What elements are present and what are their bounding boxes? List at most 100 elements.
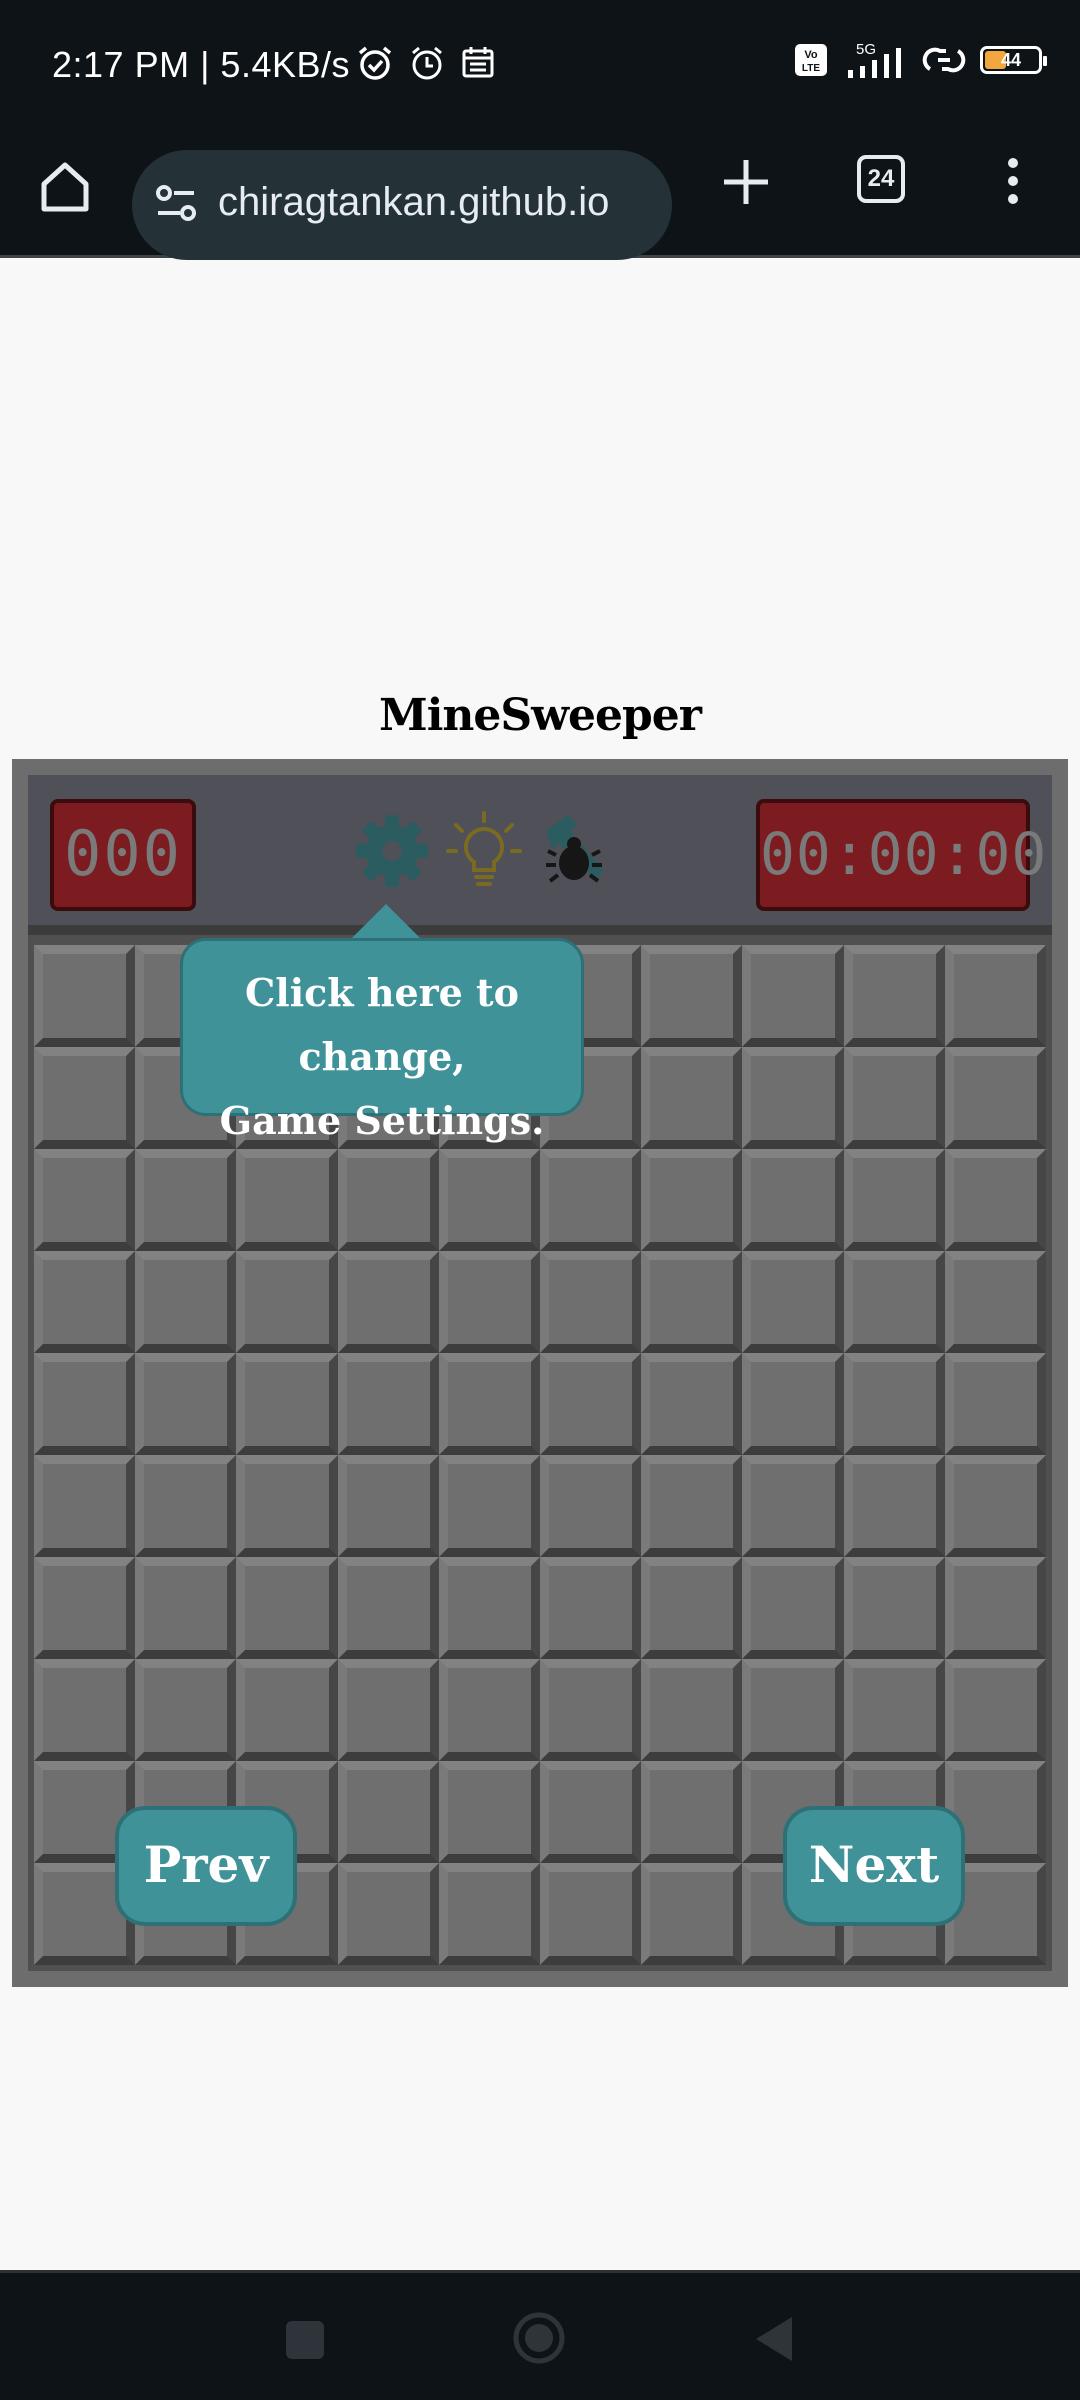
grid-cell[interactable] [236, 1659, 338, 1761]
next-button[interactable]: Next [783, 1806, 965, 1926]
grid-cell[interactable] [539, 1557, 642, 1659]
grid-cell[interactable] [742, 1557, 844, 1659]
grid-cell[interactable] [438, 1659, 540, 1761]
mine-counter: 000 [50, 799, 196, 911]
new-tab-icon[interactable] [716, 152, 776, 212]
grid-cell[interactable] [34, 1659, 136, 1761]
grid-cell[interactable] [337, 1557, 439, 1659]
grid-cell[interactable] [641, 1761, 743, 1863]
grid-cell[interactable] [641, 1455, 743, 1557]
grid-cell[interactable] [539, 1863, 642, 1965]
tab-count-button[interactable]: 24 [857, 155, 905, 203]
grid-cell[interactable] [944, 1251, 1046, 1353]
grid-cell[interactable] [337, 1353, 439, 1455]
grid-cell[interactable] [641, 1047, 743, 1149]
grid-cell[interactable] [742, 1149, 844, 1251]
grid-cell[interactable] [944, 945, 1046, 1047]
back-icon[interactable] [752, 2313, 796, 2365]
grid-cell[interactable] [34, 1047, 136, 1149]
browser-menu-icon[interactable] [998, 152, 1028, 212]
grid-cell[interactable] [641, 1149, 743, 1251]
grid-cell[interactable] [742, 1455, 844, 1557]
5g-signal-icon: 5G [848, 41, 901, 78]
grid-cell[interactable] [944, 1353, 1046, 1455]
grid-cell[interactable] [539, 1353, 642, 1455]
grid-cell[interactable] [438, 1353, 540, 1455]
grid-cell[interactable] [539, 1761, 642, 1863]
grid-cell[interactable] [438, 1761, 540, 1863]
grid-cell[interactable] [944, 1047, 1046, 1149]
grid-cell[interactable] [34, 1455, 136, 1557]
grid-cell[interactable] [135, 1353, 237, 1455]
grid-cell[interactable] [843, 1659, 945, 1761]
grid-cell[interactable] [34, 945, 136, 1047]
status-icons-right: Vo LTE 5G 44 [794, 40, 1047, 80]
grid-cell[interactable] [135, 1659, 237, 1761]
grid-cell[interactable] [438, 1863, 540, 1965]
alarm-clock-icon [358, 46, 392, 80]
home-circle-icon[interactable] [512, 2311, 566, 2365]
grid-cell[interactable] [944, 1659, 1046, 1761]
grid-cell[interactable] [641, 945, 743, 1047]
grid-cell[interactable] [641, 1863, 743, 1965]
grid-cell[interactable] [742, 945, 844, 1047]
grid-cell[interactable] [135, 1251, 237, 1353]
grid-cell[interactable] [337, 1251, 439, 1353]
grid-cell[interactable] [337, 1659, 439, 1761]
grid-cell[interactable] [337, 1149, 439, 1251]
grid-cell[interactable] [843, 1149, 945, 1251]
browser-toolbar: chiragtankan.github.io 24 [0, 130, 1080, 260]
grid-cell[interactable] [641, 1251, 743, 1353]
grid-cell[interactable] [539, 1659, 642, 1761]
grid-cell[interactable] [337, 1761, 439, 1863]
grid-cell[interactable] [34, 1251, 136, 1353]
grid-cell[interactable] [944, 1455, 1046, 1557]
tooltip-line-2: Game Settings. [219, 1098, 545, 1143]
grid-cell[interactable] [438, 1149, 540, 1251]
grid-cell[interactable] [742, 1353, 844, 1455]
recent-apps-icon[interactable] [286, 2321, 324, 2359]
settings-gear-icon[interactable] [350, 809, 434, 893]
grid-cell[interactable] [337, 1455, 439, 1557]
site-settings-icon[interactable] [154, 180, 200, 226]
home-icon[interactable] [34, 156, 96, 218]
hint-lightbulb-icon[interactable] [442, 809, 526, 893]
grid-cell[interactable] [438, 1251, 540, 1353]
status-bar: 2:17 PM | 5.4KB/s Vo LTE 5G 44 [0, 0, 1080, 130]
grid-cell[interactable] [843, 1353, 945, 1455]
prev-button[interactable]: Prev [115, 1806, 297, 1926]
grid-cell[interactable] [236, 1455, 338, 1557]
grid-cell[interactable] [843, 1557, 945, 1659]
grid-cell[interactable] [337, 1863, 439, 1965]
grid-cell[interactable] [135, 1149, 237, 1251]
grid-cell[interactable] [34, 1557, 136, 1659]
grid-cell[interactable] [843, 945, 945, 1047]
grid-cell[interactable] [742, 1251, 844, 1353]
address-bar[interactable]: chiragtankan.github.io [132, 150, 672, 260]
grid-cell[interactable] [641, 1557, 743, 1659]
grid-cell[interactable] [742, 1047, 844, 1149]
grid-cell[interactable] [34, 1353, 136, 1455]
grid-cell[interactable] [944, 1557, 1046, 1659]
grid-cell[interactable] [236, 1251, 338, 1353]
grid-cell[interactable] [539, 1455, 642, 1557]
grid-cell[interactable] [843, 1251, 945, 1353]
grid-cell[interactable] [438, 1455, 540, 1557]
grid-cell[interactable] [539, 1149, 642, 1251]
grid-cell[interactable] [34, 1149, 136, 1251]
grid-cell[interactable] [843, 1455, 945, 1557]
grid-cell[interactable] [742, 1659, 844, 1761]
grid-cell[interactable] [135, 1557, 237, 1659]
grid-cell[interactable] [641, 1659, 743, 1761]
battery-percent: 44 [1000, 49, 1022, 70]
grid-cell[interactable] [843, 1047, 945, 1149]
grid-cell[interactable] [641, 1353, 743, 1455]
grid-cell[interactable] [236, 1353, 338, 1455]
grid-cell[interactable] [236, 1149, 338, 1251]
grid-cell[interactable] [236, 1557, 338, 1659]
grid-cell[interactable] [438, 1557, 540, 1659]
grid-cell[interactable] [135, 1455, 237, 1557]
grid-cell[interactable] [944, 1149, 1046, 1251]
grid-cell[interactable] [539, 1251, 642, 1353]
debug-hammer-icon[interactable] [534, 809, 618, 893]
